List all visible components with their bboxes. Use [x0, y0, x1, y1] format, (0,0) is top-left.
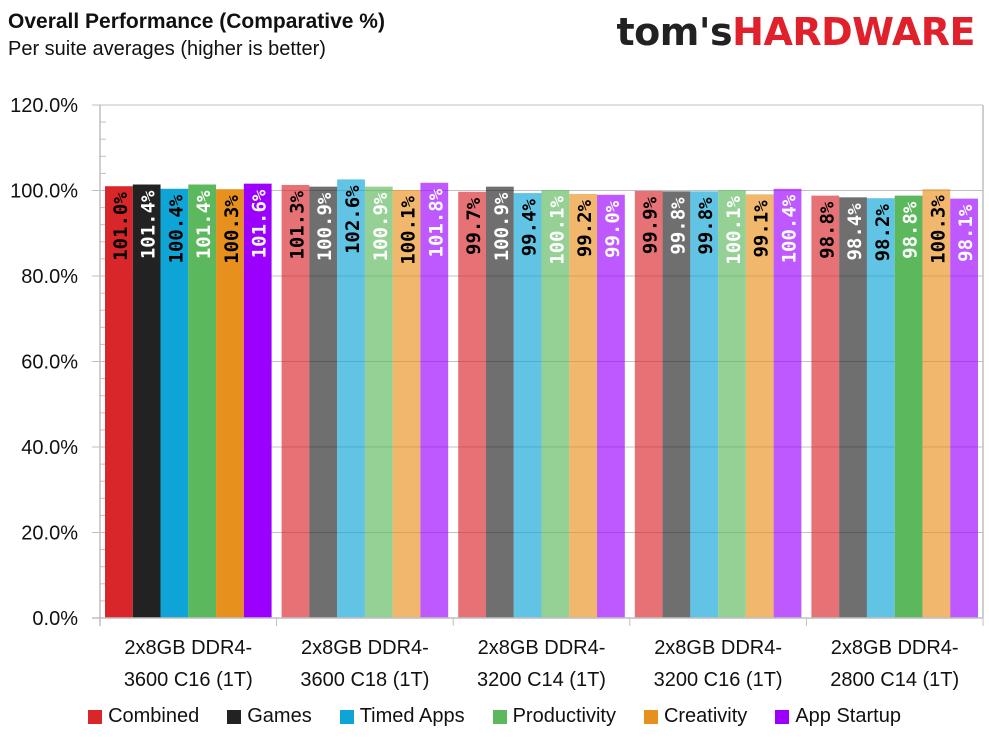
x-tick-label: 2x8GB DDR4-	[124, 637, 252, 659]
data-label: 100.9%	[370, 192, 392, 261]
legend-item: App Startup	[775, 705, 901, 728]
data-label: 101.4%	[193, 190, 215, 259]
data-label: 100.9%	[491, 192, 513, 261]
legend-swatch	[775, 709, 790, 724]
y-tick-label: 120.0%	[10, 95, 78, 117]
data-label: 100.3%	[221, 195, 243, 264]
data-label: 100.3%	[927, 195, 949, 264]
x-tick-label: 3600 C18 (1T)	[300, 669, 429, 691]
legend-label: Timed Apps	[359, 705, 465, 727]
y-tick-label: 40.0%	[21, 437, 78, 459]
y-tick-label: 60.0%	[21, 352, 78, 374]
data-label: 101.8%	[425, 188, 447, 257]
data-label: 99.0%	[602, 200, 624, 258]
legend-item: Creativity	[643, 705, 748, 728]
data-label: 98.4%	[844, 203, 866, 261]
data-label: 98.1%	[955, 204, 977, 262]
x-tick-label: 2x8GB DDR4-	[301, 637, 429, 659]
data-label: 102.6%	[342, 185, 364, 254]
chart-legend: Combined Games Timed Apps Productivity Creat…	[0, 705, 989, 728]
legend-swatch	[227, 709, 242, 724]
data-label: 100.9%	[314, 192, 336, 261]
x-tick-label: 2x8GB DDR4-	[478, 637, 606, 659]
data-label: 99.9%	[640, 196, 662, 254]
x-tick-label: 2800 C14 (1T)	[830, 669, 959, 691]
y-tick-label: 20.0%	[21, 523, 78, 545]
legend-item: Combined	[88, 705, 199, 728]
data-label: 99.8%	[695, 197, 717, 255]
legend-swatch	[492, 709, 507, 724]
data-label: 99.8%	[667, 197, 689, 255]
legend-label: Combined	[108, 705, 200, 727]
x-tick-label: 3200 C14 (1T)	[477, 669, 606, 691]
legend-label: Productivity	[512, 705, 616, 727]
data-label: 99.1%	[751, 200, 773, 258]
x-tick-label: 3600 C16 (1T)	[124, 669, 253, 691]
x-tick-label: 2x8GB DDR4-	[831, 637, 959, 659]
data-label: 99.2%	[574, 199, 596, 257]
bar-chart: 0.0% 20.0% 40.0% 60.0% 80.0% 100.0% 120.0% 101.…	[10, 95, 984, 691]
y-tick-label: 80.0%	[21, 266, 78, 288]
data-label: 100.4%	[165, 194, 187, 263]
data-label: 101.3%	[286, 190, 308, 259]
y-tick-label: 100.0%	[10, 181, 78, 203]
legend-label: Creativity	[663, 705, 748, 727]
data-label: 98.8%	[900, 201, 922, 259]
legend-label: Games	[247, 705, 312, 727]
data-label: 100.1%	[723, 196, 745, 265]
data-label: 100.1%	[546, 196, 568, 265]
legend-item: Games	[227, 705, 312, 728]
data-label: 99.4%	[519, 199, 541, 257]
data-label: 98.8%	[816, 201, 838, 259]
legend-item: Productivity	[492, 705, 616, 728]
legend-item: Timed Apps	[339, 705, 465, 728]
data-label: 100.4%	[779, 194, 801, 263]
legend-swatch	[643, 709, 658, 724]
legend-label: App Startup	[795, 705, 901, 727]
data-label: 99.7%	[463, 197, 485, 255]
legend-swatch	[339, 709, 354, 724]
data-label: 101.0%	[110, 192, 132, 261]
x-tick-label: 3200 C16 (1T)	[654, 669, 783, 691]
legend-swatch	[88, 709, 103, 724]
data-label: 101.4%	[138, 190, 160, 259]
y-tick-label: 0.0%	[32, 608, 78, 630]
data-label: 101.6%	[249, 189, 271, 258]
x-tick-label: 2x8GB DDR4-	[654, 637, 782, 659]
data-label: 100.1%	[398, 196, 420, 265]
data-label: 98.2%	[872, 204, 894, 262]
